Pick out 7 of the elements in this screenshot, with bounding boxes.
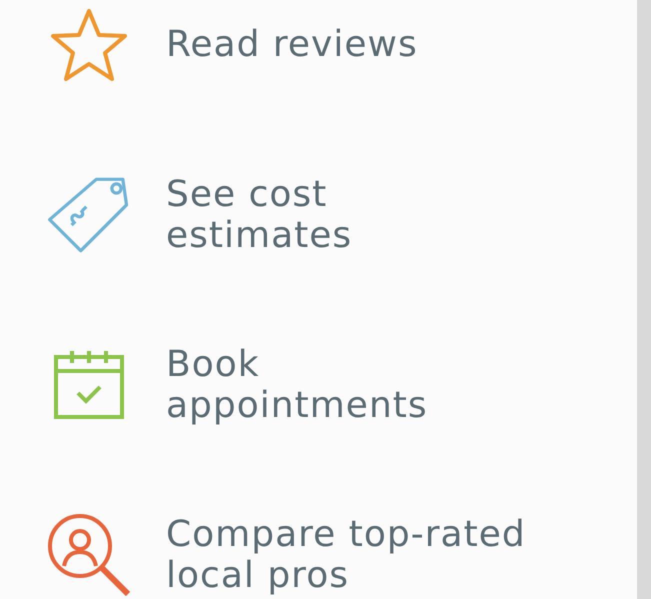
person-search-icon	[46, 512, 132, 598]
feature-label: Compare top-rated local pros	[166, 514, 526, 596]
star-icon	[49, 7, 129, 83]
calendar-check-icon	[52, 349, 126, 421]
feature-label: See cost estimates	[166, 174, 352, 256]
feature-label: Book appointments	[166, 344, 428, 426]
feature-label: Read reviews	[166, 24, 418, 66]
